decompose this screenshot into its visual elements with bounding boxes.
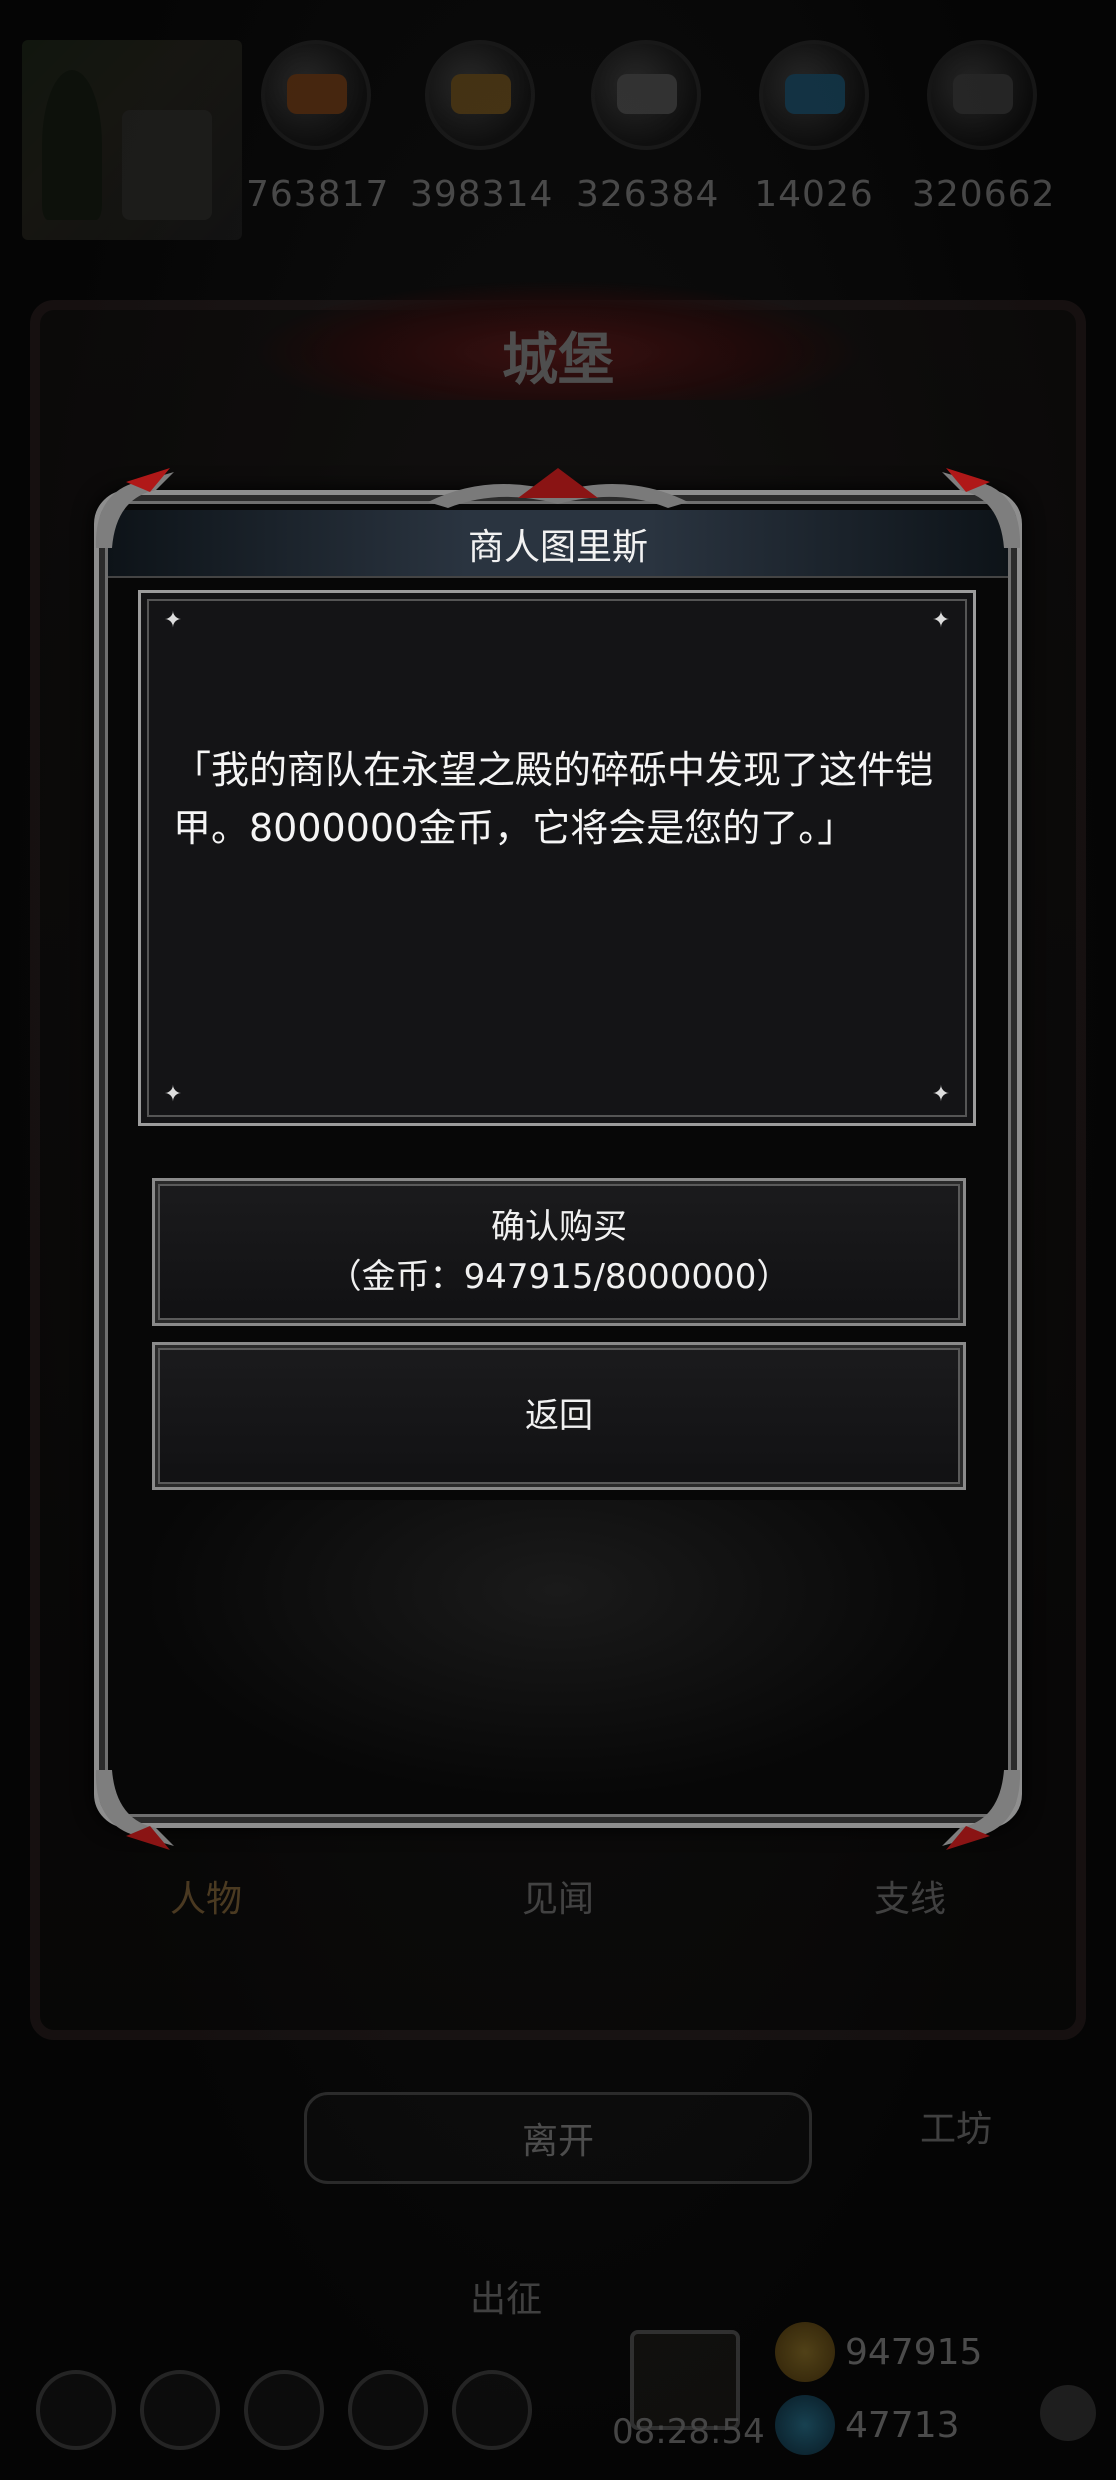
profile-icon[interactable] bbox=[1040, 2385, 1096, 2441]
resource-value: 398314 bbox=[410, 174, 554, 215]
confirm-purchase-button[interactable]: 确认购买 （金币：947915/8000000） bbox=[152, 1178, 966, 1326]
clock: 08:28:54 bbox=[612, 2412, 765, 2452]
expedition-link[interactable]: 出征 bbox=[470, 2270, 542, 2322]
game-screen: 763817 398314 326384 14026 320662 城堡 人物 … bbox=[0, 0, 1116, 2480]
workshop-link[interactable]: 工坊 bbox=[920, 2100, 992, 2152]
resource-bread: 763817 bbox=[246, 40, 390, 215]
menu-icon-4[interactable] bbox=[348, 2370, 428, 2450]
gold-coin-icon bbox=[775, 2322, 835, 2382]
resource-iron: 320662 bbox=[912, 40, 1056, 215]
confirm-label: 确认购买 bbox=[491, 1207, 627, 1247]
gem-icon bbox=[775, 2395, 835, 2455]
sparkle-icon: ✦ bbox=[163, 1082, 183, 1107]
resource-value: 14026 bbox=[754, 174, 874, 215]
resource-value: 320662 bbox=[912, 174, 1056, 215]
gem-counter: 47713 bbox=[775, 2395, 960, 2455]
castle-title: 城堡 bbox=[502, 327, 614, 393]
tree-icon bbox=[42, 70, 102, 220]
resource-crystal: 14026 bbox=[744, 40, 884, 215]
sparkle-icon: ✦ bbox=[163, 608, 183, 633]
castle-tabs: 人物 见闻 支线 bbox=[30, 1870, 1086, 1922]
merchant-dialog: 商人图里斯 ✦ ✦ ✦ ✦ 「我的商队在永望之殿的碎砾中发现了这件铠甲。8000… bbox=[94, 468, 1022, 1850]
tab-characters[interactable]: 人物 bbox=[106, 1870, 306, 1922]
sparkle-icon: ✦ bbox=[931, 1082, 951, 1107]
sparkle-icon: ✦ bbox=[931, 608, 951, 633]
gem-value: 47713 bbox=[845, 2404, 960, 2446]
menu-icon-5[interactable] bbox=[452, 2370, 532, 2450]
wood-icon bbox=[425, 40, 535, 150]
crown-ornament-icon bbox=[428, 468, 688, 508]
confirm-cost: （金币：947915/8000000） bbox=[327, 1257, 791, 1297]
menu-icon-2[interactable] bbox=[140, 2370, 220, 2450]
bread-icon bbox=[261, 40, 371, 150]
iron-icon bbox=[927, 40, 1037, 150]
gold-value: 947915 bbox=[845, 2331, 983, 2373]
gold-counter: 947915 bbox=[775, 2322, 982, 2382]
back-label: 返回 bbox=[525, 1396, 593, 1436]
resource-value: 326384 bbox=[576, 174, 720, 215]
resource-value: 763817 bbox=[246, 174, 390, 215]
menu-icon-3[interactable] bbox=[244, 2370, 324, 2450]
tab-side-quests[interactable]: 支线 bbox=[810, 1870, 1010, 1922]
dialog-title: 商人图里斯 bbox=[467, 527, 648, 568]
dialog-text-panel: ✦ ✦ ✦ ✦ 「我的商队在永望之殿的碎砾中发现了这件铠甲。8000000金币，… bbox=[138, 590, 976, 1126]
statue-icon bbox=[122, 110, 212, 220]
leave-button[interactable]: 离开 bbox=[304, 2092, 812, 2184]
castle-portrait bbox=[22, 40, 242, 240]
menu-icon-1[interactable] bbox=[36, 2370, 116, 2450]
dialog-bottom-area bbox=[138, 1500, 976, 1800]
stone-icon bbox=[591, 40, 701, 150]
resource-bar: 763817 398314 326384 14026 320662 bbox=[0, 30, 1116, 240]
back-button[interactable]: 返回 bbox=[152, 1342, 966, 1490]
dialog-text: 「我的商队在永望之殿的碎砾中发现了这件铠甲。8000000金币，它将会是您的了。… bbox=[173, 748, 934, 850]
tab-stories[interactable]: 见闻 bbox=[458, 1870, 658, 1922]
crystal-icon bbox=[759, 40, 869, 150]
resource-wood: 398314 bbox=[410, 40, 554, 215]
resource-stone: 326384 bbox=[576, 40, 720, 215]
